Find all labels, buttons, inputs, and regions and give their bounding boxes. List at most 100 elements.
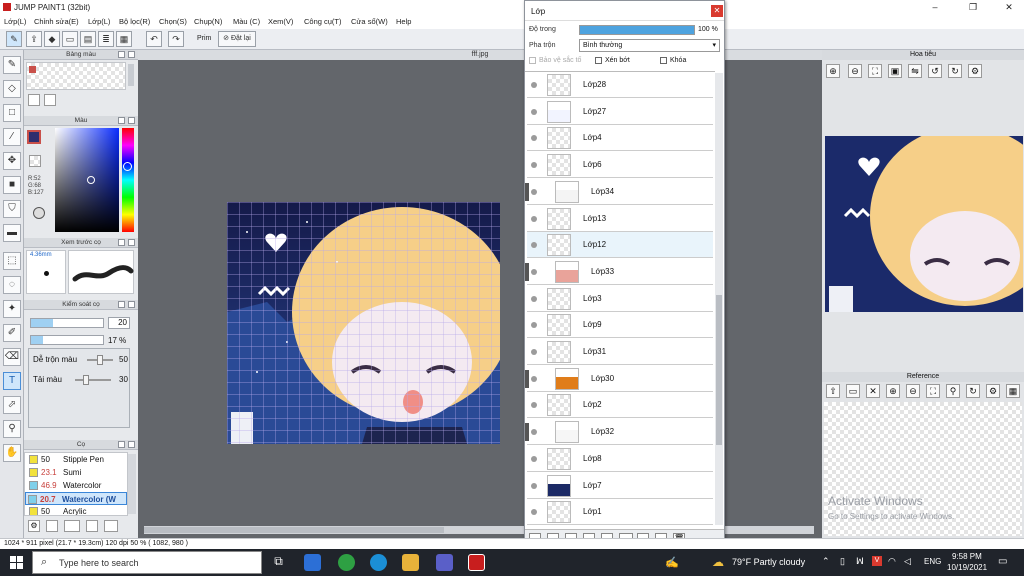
layer-row[interactable]: Lớp12 — [527, 232, 713, 259]
panel-float-icon[interactable] — [118, 441, 125, 448]
layer-row[interactable]: Lớp33 — [525, 258, 713, 285]
reference-grid-icon[interactable]: ▦ — [1006, 384, 1020, 398]
foreground-color[interactable] — [27, 130, 41, 144]
picker-cursor[interactable] — [87, 176, 95, 184]
pen-mode-icon[interactable]: ✎ — [6, 31, 22, 47]
clock-date[interactable]: 10/19/2021 — [947, 563, 987, 572]
brush-new-icon[interactable] — [46, 520, 58, 532]
transparent-color[interactable] — [29, 155, 41, 167]
visibility-toggle-icon[interactable] — [531, 215, 537, 222]
fill-rect-tool-icon[interactable]: ■ — [3, 176, 21, 194]
panel-float-icon[interactable] — [118, 117, 125, 124]
comment-icon[interactable]: ◆ — [44, 31, 60, 47]
visibility-toggle-icon[interactable] — [531, 402, 537, 409]
edge-app-icon[interactable] — [370, 554, 387, 571]
tray-ime-icon[interactable]: ꟽ — [856, 556, 864, 567]
density-slider[interactable] — [30, 335, 104, 345]
layer-row[interactable]: Lớp27 — [527, 98, 713, 125]
brush-item[interactable]: 50 Acrylic — [27, 505, 127, 515]
windows-start-icon[interactable] — [10, 556, 23, 569]
menu-view[interactable]: Xem(V) — [268, 17, 293, 26]
brush-item-selected[interactable]: 20.7 Watercolor (W — [25, 492, 127, 505]
panel-icon[interactable]: ▭ — [62, 31, 78, 47]
panel-close-icon[interactable] — [128, 117, 135, 124]
visibility-toggle-icon[interactable] — [531, 108, 537, 115]
visibility-toggle-icon[interactable] — [531, 188, 537, 195]
artwork[interactable] — [227, 202, 500, 444]
size-slider[interactable] — [30, 318, 104, 328]
palette-delete-icon[interactable] — [44, 94, 56, 106]
saturation-value-picker[interactable] — [55, 128, 119, 232]
eyedropper-tool-icon[interactable]: ⚲ — [3, 420, 21, 438]
eraser-tool-icon[interactable]: ◇ — [3, 80, 21, 98]
visibility-toggle-icon[interactable] — [531, 295, 537, 302]
fit-view-icon[interactable]: ⛶ — [868, 64, 882, 78]
actual-size-icon[interactable]: ▣ — [888, 64, 902, 78]
rotate-right-icon[interactable]: ↻ — [948, 64, 962, 78]
blend-slider[interactable] — [87, 355, 113, 365]
menu-layer-first[interactable]: Lớp(L) — [4, 17, 26, 26]
navigator-thumbnail[interactable] — [825, 136, 1023, 312]
visibility-toggle-icon[interactable] — [531, 429, 537, 436]
layer-row[interactable]: Lớp3 — [527, 285, 713, 312]
document-icon[interactable]: ▤ — [80, 31, 96, 47]
visibility-toggle-icon[interactable] — [531, 375, 537, 382]
text-tool-icon[interactable]: T — [3, 372, 21, 390]
navigator-settings-icon[interactable]: ⚙ — [968, 64, 982, 78]
blend-thumb[interactable] — [97, 355, 103, 365]
chrome-app-icon[interactable] — [338, 554, 355, 571]
layer-row[interactable]: Lớp2 — [527, 392, 713, 419]
protect-alpha-checkbox[interactable] — [529, 57, 536, 64]
maximize-button[interactable]: ❐ — [958, 0, 988, 15]
layer-panel-close-icon[interactable]: ✕ — [711, 5, 723, 17]
export-icon[interactable]: ⇪ — [26, 31, 42, 47]
palette-scrollbar[interactable] — [128, 64, 134, 86]
menu-edit[interactable]: Chỉnh sửa(E) — [34, 17, 79, 26]
layer-row[interactable]: Lớp28 — [527, 72, 713, 98]
gradient-tool-icon[interactable]: ▬ — [3, 224, 21, 242]
menu-window[interactable]: Cửa sổ(W) — [351, 17, 388, 26]
taskbar-search-box[interactable]: ⌕ Type here to search — [32, 551, 262, 574]
wand-tool-icon[interactable]: ✦ — [3, 300, 21, 318]
reference-picker-icon[interactable]: ⚲ — [946, 384, 960, 398]
menu-tools[interactable]: Công cụ(T) — [304, 17, 342, 26]
palette-area[interactable] — [26, 62, 126, 90]
brush-folder-icon[interactable] — [104, 520, 118, 532]
reference-settings-icon[interactable]: ⚙ — [986, 384, 1000, 398]
layer-list-scrollbar[interactable] — [715, 73, 723, 525]
reference-zoom-out-icon[interactable]: ⊖ — [906, 384, 920, 398]
reference-import-icon[interactable]: ⇧ — [826, 384, 840, 398]
panel-close-icon[interactable] — [128, 51, 135, 58]
palette-swatch[interactable] — [29, 66, 36, 73]
mix-slider[interactable] — [75, 375, 111, 385]
layer-row[interactable]: Lớp6 — [527, 152, 713, 179]
undo-icon[interactable]: ↶ — [146, 31, 162, 47]
brush-doc-icon[interactable] — [86, 520, 98, 532]
layer-row[interactable]: Lớp4 — [527, 125, 713, 152]
mail-app-icon[interactable] — [304, 554, 321, 571]
lasso-tool-icon[interactable]: ◌ — [3, 276, 21, 294]
rectangle-tool-icon[interactable]: □ — [3, 104, 21, 122]
select-pen-icon[interactable]: ✐ — [3, 324, 21, 342]
visibility-toggle-icon[interactable] — [531, 82, 537, 88]
reference-zoom-in-icon[interactable]: ⊕ — [886, 384, 900, 398]
horizontal-scroll-thumb[interactable] — [144, 527, 444, 533]
weather-text[interactable]: 79°F Partly cloudy — [732, 557, 805, 567]
brush-list-scrollbar[interactable] — [128, 454, 136, 514]
layer-scroll-thumb[interactable] — [716, 295, 722, 445]
minimize-button[interactable]: – — [920, 0, 950, 15]
visibility-toggle-icon[interactable] — [531, 135, 537, 142]
pen-workspace-icon[interactable]: ✍ — [665, 556, 679, 569]
volume-icon[interactable]: ◁ — [904, 556, 911, 567]
reference-rotate-icon[interactable]: ↻ — [966, 384, 980, 398]
panel-close-icon[interactable] — [128, 441, 135, 448]
panel-float-icon[interactable] — [118, 301, 125, 308]
lock-checkbox[interactable] — [660, 57, 667, 64]
palette-new-icon[interactable] — [28, 94, 40, 106]
redo-icon[interactable]: ↷ — [168, 31, 184, 47]
panel-close-icon[interactable] — [128, 301, 135, 308]
hue-cursor[interactable] — [123, 162, 132, 171]
reference-open-icon[interactable]: ▭ — [846, 384, 860, 398]
menu-filter[interactable]: Bộ lọc(R) — [119, 17, 150, 26]
notification-icon[interactable]: ▭ — [998, 556, 1007, 567]
